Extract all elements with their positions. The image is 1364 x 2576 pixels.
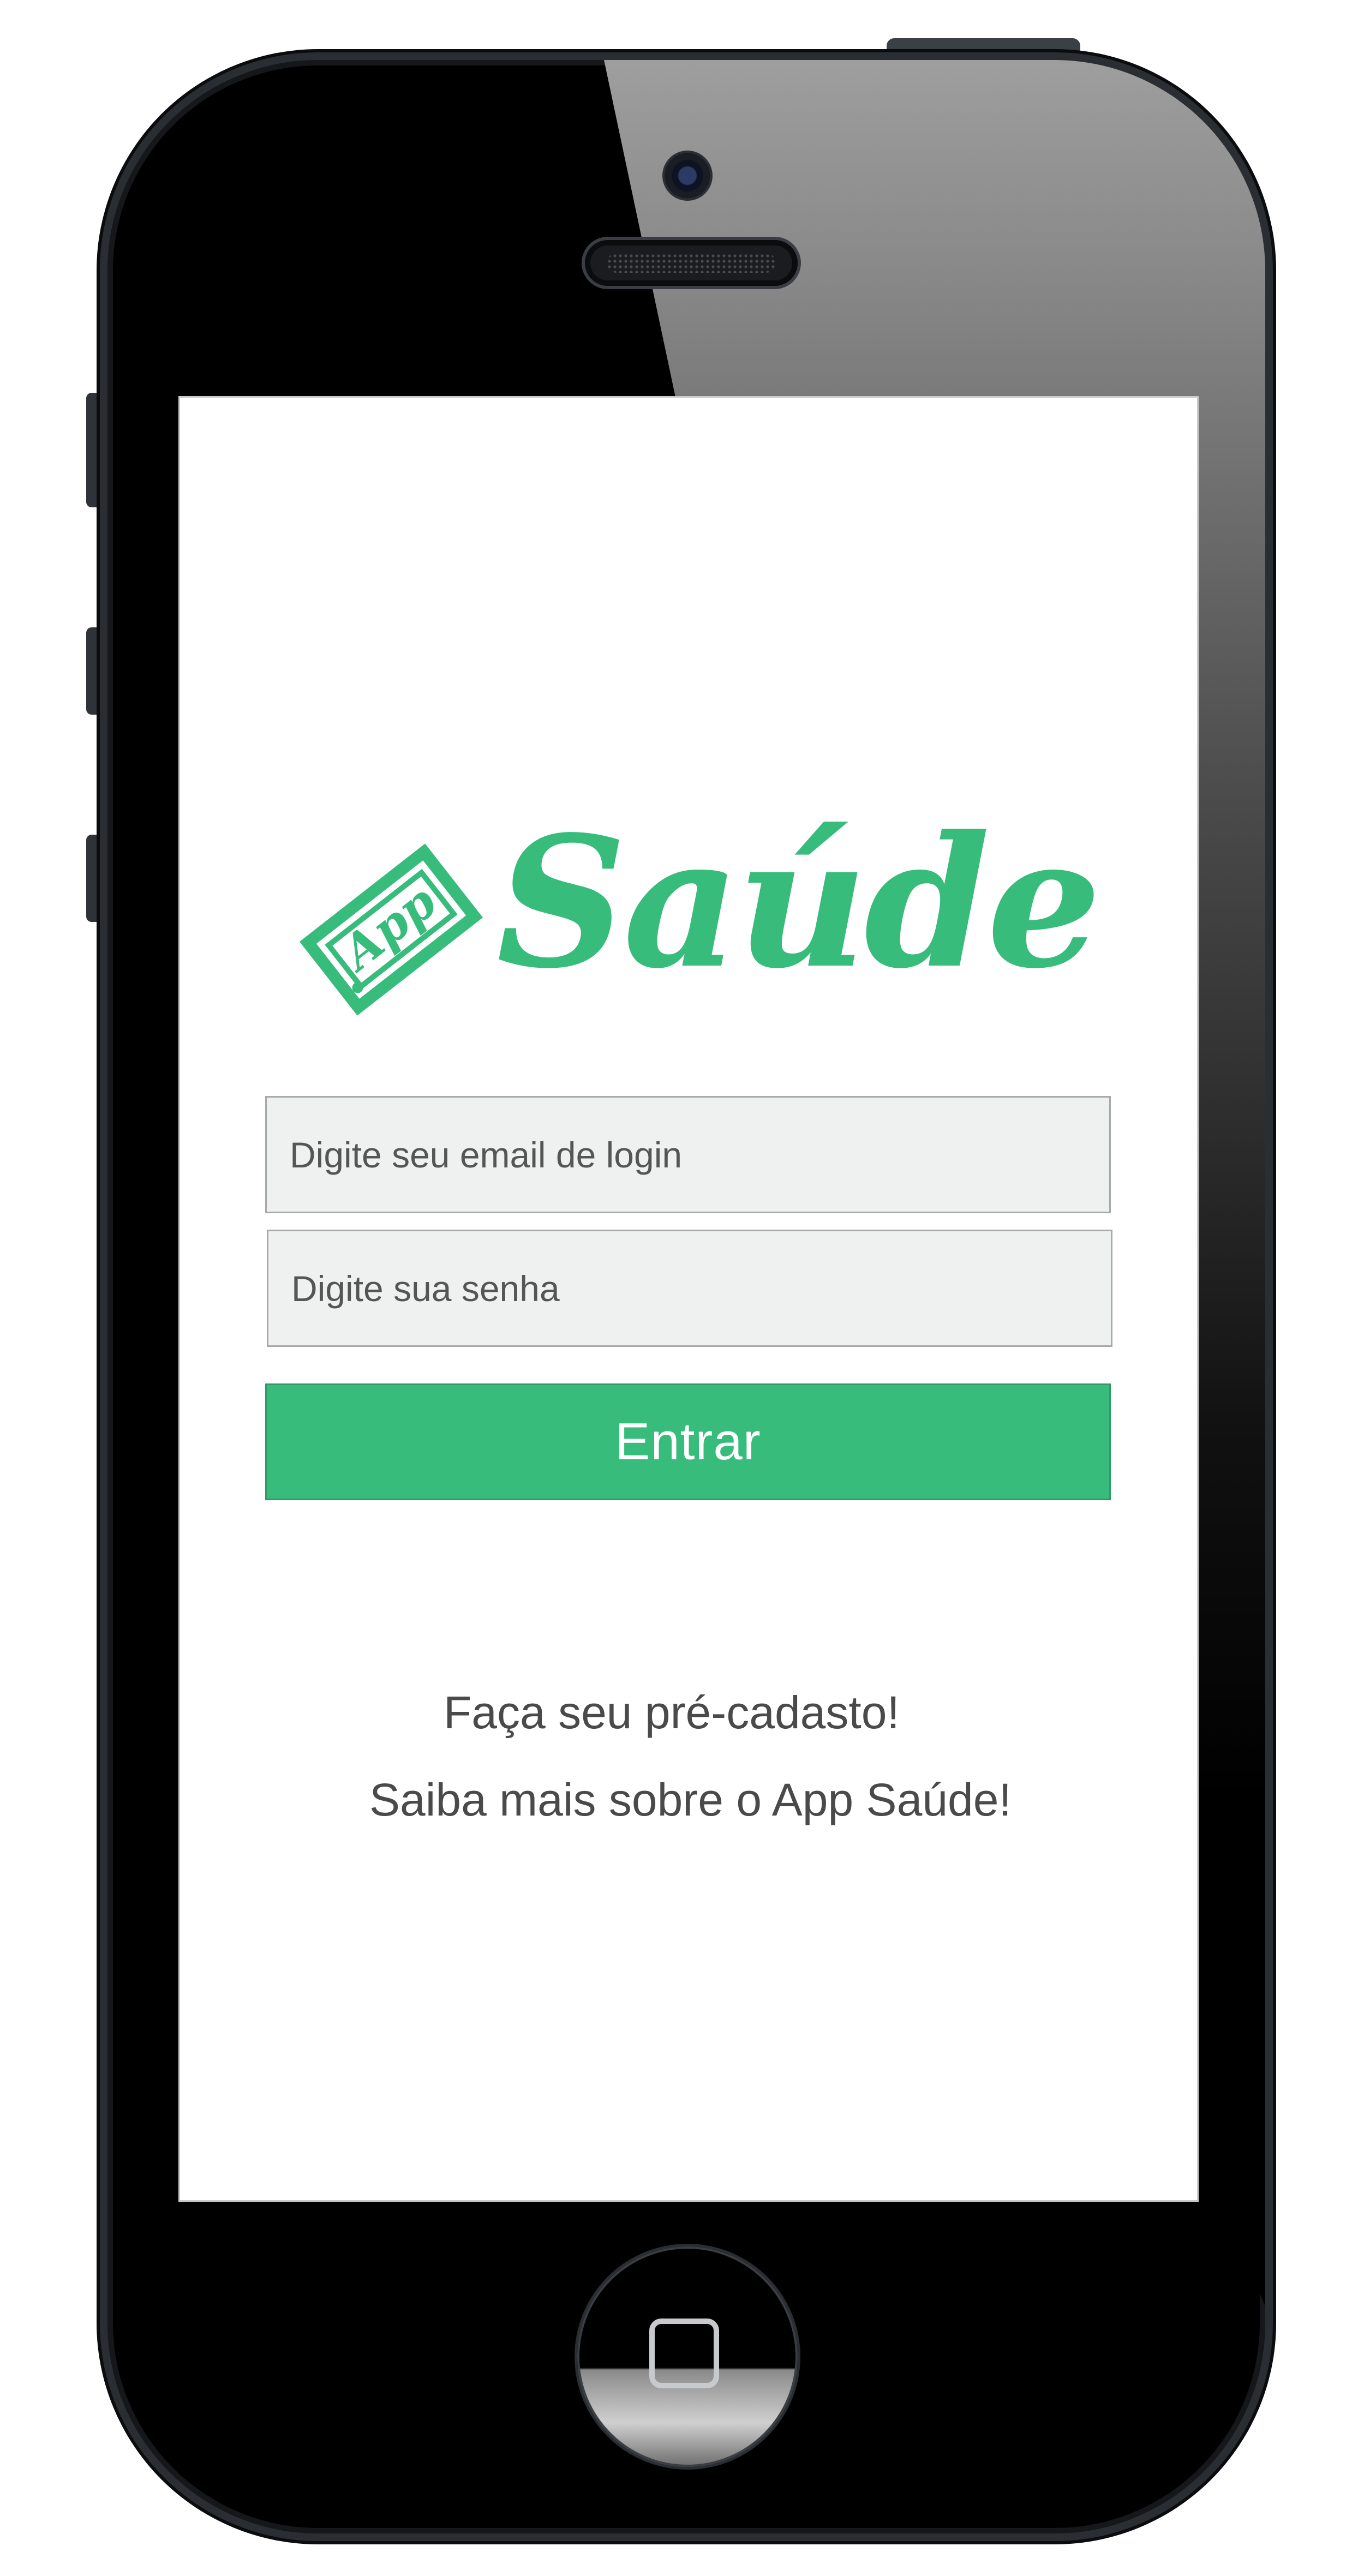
email-placeholder: Digite seu email de login: [290, 1134, 683, 1175]
login-button-label: Entrar: [615, 1412, 761, 1471]
home-button-icon: [649, 2319, 719, 2388]
camera-icon: [665, 153, 710, 199]
password-placeholder: Digite sua senha: [291, 1268, 560, 1309]
app-logo-badge-icon: App: [300, 843, 483, 1016]
mockup-canvas: App Saúde Digite seu email de login Digi…: [0, 0, 1364, 2576]
app-screen: App Saúde Digite seu email de login Digi…: [178, 396, 1199, 2202]
learn-more-link[interactable]: Saiba mais sobre o App Saúde!: [369, 1774, 1012, 1826]
app-logo-wordmark: Saúde: [496, 796, 1102, 1008]
login-button[interactable]: Entrar: [265, 1383, 1111, 1500]
speaker-grille: [585, 240, 798, 286]
home-button[interactable]: [577, 2246, 798, 2467]
password-input[interactable]: Digite sua senha: [267, 1230, 1112, 1347]
pre-register-link[interactable]: Faça seu pré-cadasto!: [444, 1686, 900, 1739]
email-input[interactable]: Digite seu email de login: [265, 1096, 1111, 1213]
